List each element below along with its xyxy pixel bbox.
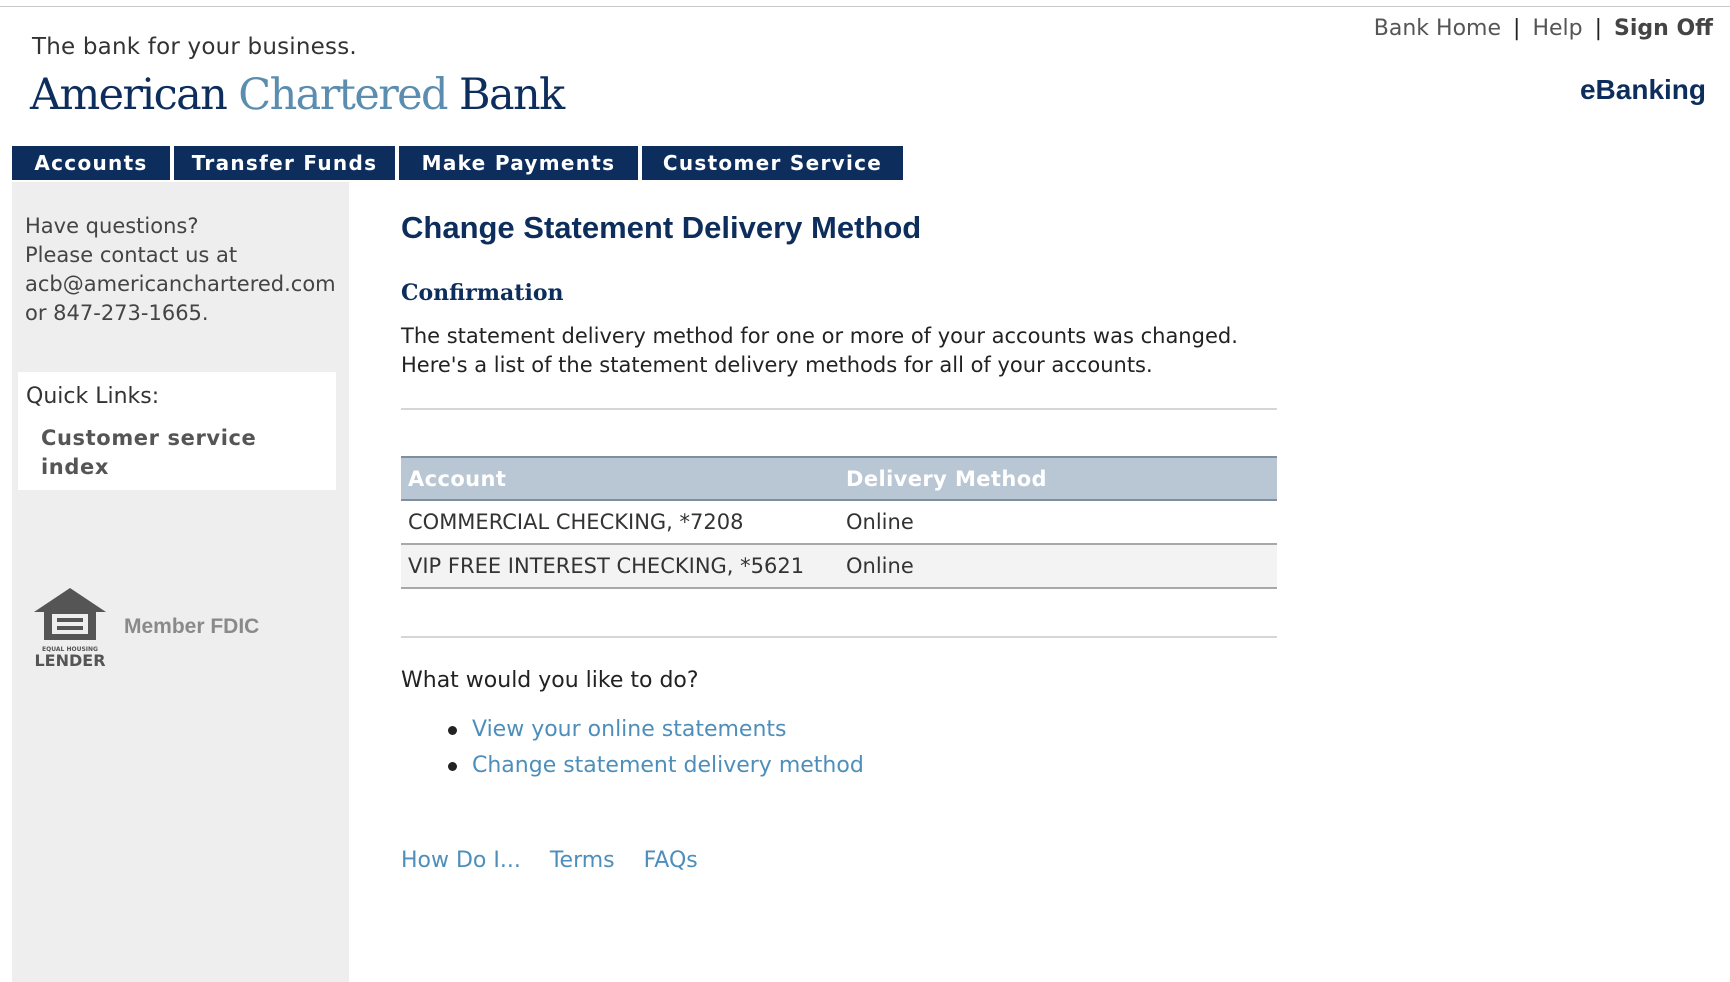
delivery-method-cell: Online (839, 544, 1277, 589)
sidebar: Have questions? Please contact us at acb… (12, 182, 349, 982)
contact-phone: or 847-273-1665. (25, 301, 209, 325)
view-online-statements-link[interactable]: View your online statements (472, 717, 787, 742)
table-row: VIP FREE INTEREST CHECKING, *5621 Online (401, 544, 1277, 589)
top-divider (0, 6, 1730, 7)
bullet-icon (448, 762, 457, 771)
account-cell: COMMERCIAL CHECKING, *7208 (401, 500, 839, 545)
divider (401, 636, 1277, 638)
logo-word-bank: Bank (459, 70, 565, 120)
logo-word-american: American (30, 70, 228, 120)
nav-tab-transfer-funds[interactable]: Transfer Funds (174, 146, 395, 180)
bank-logo[interactable]: American Chartered Bank (30, 70, 565, 120)
utility-separator: | (1594, 16, 1603, 41)
member-fdic-text: Member FDIC (124, 615, 260, 638)
bank-home-link[interactable]: Bank Home (1374, 16, 1501, 41)
confirmation-message: The statement delivery method for one or… (401, 324, 1238, 377)
utility-links: Bank Home | Help | Sign Off (1374, 16, 1713, 41)
contact-line: Have questions? (25, 214, 199, 238)
nav-tab-accounts[interactable]: Accounts (12, 146, 170, 180)
utility-separator: | (1513, 16, 1521, 41)
ehl-lender-text: LENDER (34, 651, 105, 668)
logo-word-chartered: Chartered (238, 70, 448, 120)
bullet-icon (448, 726, 457, 735)
confirmation-heading: Confirmation (401, 280, 564, 306)
delivery-methods-table: Account Delivery Method COMMERCIAL CHECK… (401, 456, 1277, 589)
divider (401, 408, 1277, 410)
list-item: Change statement delivery method (401, 748, 864, 784)
contact-line: Please contact us at (25, 243, 238, 267)
terms-link[interactable]: Terms (550, 848, 615, 873)
help-link[interactable]: Help (1532, 16, 1582, 41)
page-title: Change Statement Delivery Method (401, 210, 922, 245)
bank-tagline: The bank for your business. (32, 34, 357, 60)
list-item: View your online statements (401, 712, 864, 748)
contact-info: Have questions? Please contact us at acb… (25, 212, 336, 328)
nav-tab-customer-service[interactable]: Customer Service (642, 146, 903, 180)
quick-links-title: Quick Links: (26, 384, 160, 409)
next-steps-list: View your online statements Change state… (401, 712, 864, 784)
how-do-i-link[interactable]: How Do I... (401, 848, 521, 873)
faqs-link[interactable]: FAQs (644, 848, 698, 873)
delivery-method-cell: Online (839, 500, 1277, 545)
quick-links-box: Quick Links: Customer service index (18, 372, 336, 490)
nav-tab-make-payments[interactable]: Make Payments (399, 146, 638, 180)
main-nav: Accounts Transfer Funds Make Payments Cu… (12, 146, 907, 180)
column-header-delivery-method: Delivery Method (839, 456, 1277, 501)
account-cell: VIP FREE INTEREST CHECKING, *5621 (401, 544, 839, 589)
ebanking-label: eBanking (1579, 74, 1706, 105)
next-steps-prompt: What would you like to do? (401, 668, 699, 693)
footer-links: How Do I... Terms FAQs (401, 848, 720, 873)
contact-email: acb@americanchartered.com (25, 272, 336, 296)
table-header-row: Account Delivery Method (401, 456, 1277, 501)
customer-service-index-link[interactable]: Customer service index (41, 424, 281, 482)
change-delivery-method-link[interactable]: Change statement delivery method (472, 753, 864, 778)
table-row: COMMERCIAL CHECKING, *7208 Online (401, 500, 1277, 545)
sign-off-link[interactable]: Sign Off (1614, 16, 1713, 41)
column-header-account: Account (401, 456, 839, 501)
equal-housing-lender-icon: EQUAL HOUSING LENDER (34, 588, 106, 668)
